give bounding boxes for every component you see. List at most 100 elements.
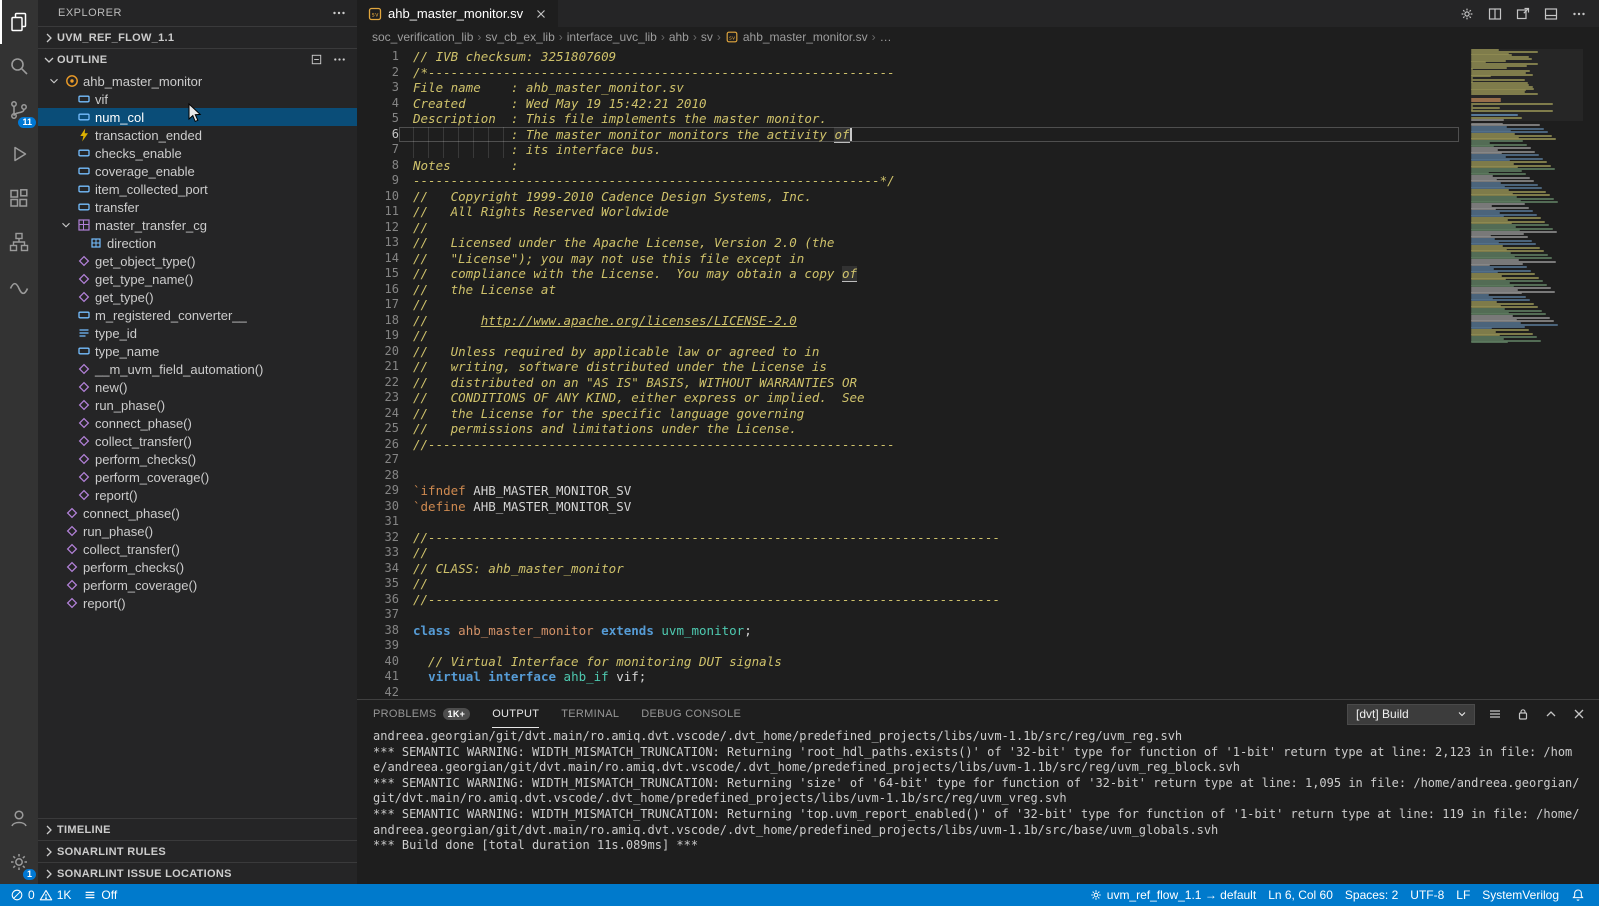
customize-layout-icon[interactable] xyxy=(1543,6,1559,22)
code-line-30[interactable]: 30`define AHB_MASTER_MONITOR_SV xyxy=(357,499,1459,515)
settings-gear-icon[interactable] xyxy=(1459,6,1475,22)
output-channel-select[interactable]: [dvt] Build xyxy=(1347,704,1475,725)
breadcrumb-item-interface-uvc-lib[interactable]: interface_uvc_lib xyxy=(567,30,657,44)
status-encoding[interactable]: UTF-8 xyxy=(1404,884,1450,906)
breadcrumb-item-ahb[interactable]: ahb xyxy=(669,30,689,44)
open-log-icon[interactable] xyxy=(1487,706,1503,722)
outline-item-get-type-name[interactable]: get_type_name() xyxy=(38,270,357,288)
code-line-20[interactable]: 20// Unless required by applicable law o… xyxy=(357,344,1459,360)
code-line-39[interactable]: 39 xyxy=(357,638,1459,654)
code-line-16[interactable]: 16// the License at xyxy=(357,282,1459,298)
breadcrumb-item-[interactable]: … xyxy=(880,30,892,44)
outline-item-perform-checks[interactable]: perform_checks() xyxy=(38,450,357,468)
breadcrumb-item-ahb-master-monitor-sv[interactable]: ahb_master_monitor.sv xyxy=(725,30,868,44)
section-timeline[interactable]: TIMELINE xyxy=(38,818,357,840)
code-line-36[interactable]: 36//------------------------------------… xyxy=(357,592,1459,608)
code-line-38[interactable]: 38class ahb_master_monitor extends uvm_m… xyxy=(357,623,1459,639)
outline-item-transaction-ended[interactable]: transaction_ended xyxy=(38,126,357,144)
code-line-8[interactable]: 8Notes : xyxy=(357,158,1459,174)
activity-bar-source-control[interactable]: 11 xyxy=(0,88,38,132)
activity-bar-extensions[interactable] xyxy=(0,176,38,220)
outline-item-m-uvm-field-automation[interactable]: __m_uvm_field_automation() xyxy=(38,360,357,378)
split-editor-icon[interactable] xyxy=(1487,6,1503,22)
code-line-37[interactable]: 37 xyxy=(357,607,1459,623)
outline-item-perform-checks[interactable]: perform_checks() xyxy=(38,558,357,576)
code-line-17[interactable]: 17// xyxy=(357,297,1459,313)
activity-bar-run-debug[interactable] xyxy=(0,132,38,176)
activity-bar-verification-hierarchy[interactable] xyxy=(0,220,38,264)
close-panel-icon[interactable] xyxy=(1571,706,1587,722)
outline-item-connect-phase[interactable]: connect_phase() xyxy=(38,504,357,522)
code-line-19[interactable]: 19// xyxy=(357,328,1459,344)
outline-item-vif[interactable]: vif xyxy=(38,90,357,108)
status-cursor-position[interactable]: Ln 6, Col 60 xyxy=(1262,884,1339,906)
code-line-29[interactable]: 29`ifndef AHB_MASTER_MONITOR_SV xyxy=(357,483,1459,499)
activity-bar-sonarlint[interactable] xyxy=(0,264,38,308)
activity-bar-explorer[interactable] xyxy=(0,0,38,44)
outline-item-direction[interactable]: direction xyxy=(38,234,357,252)
code-line-27[interactable]: 27 xyxy=(357,452,1459,468)
more-actions-icon[interactable] xyxy=(1571,6,1587,22)
panel-tab-problems[interactable]: PROBLEMS1K+ xyxy=(373,700,470,728)
status-build-config[interactable]: uvm_ref_flow_1.1 → default xyxy=(1083,884,1262,906)
section-sonarlint-issue-locations[interactable]: SONARLINT ISSUE LOCATIONS xyxy=(38,862,357,884)
code-line-18[interactable]: 18// http://www.apache.org/licenses/LICE… xyxy=(357,313,1459,329)
outline-item-type-id[interactable]: type_id xyxy=(38,324,357,342)
outline-item-perform-coverage[interactable]: perform_coverage() xyxy=(38,468,357,486)
more-actions-icon[interactable] xyxy=(331,5,347,21)
code-line-7[interactable]: 7 : its interface bus. xyxy=(357,142,1459,158)
activity-bar-search[interactable] xyxy=(0,44,38,88)
maximize-panel-icon[interactable] xyxy=(1543,706,1559,722)
code-line-4[interactable]: 4Created : Wed May 19 15:42:21 2010 xyxy=(357,96,1459,112)
panel-tab-output[interactable]: OUTPUT xyxy=(492,700,539,728)
output-log[interactable]: andreea.georgian/git/dvt.main/ro.amiq.dv… xyxy=(357,728,1599,884)
close-tab-icon[interactable] xyxy=(534,7,548,21)
outline-item-num-col[interactable]: num_col xyxy=(38,108,357,126)
code-content[interactable]: 1// IVB checksum: 32518076092/*---------… xyxy=(357,47,1459,699)
status-indentation[interactable]: Spaces: 2 xyxy=(1339,884,1404,906)
breadcrumb-item-soc-verification-lib[interactable]: soc_verification_lib xyxy=(372,30,473,44)
code-line-12[interactable]: 12// xyxy=(357,220,1459,236)
code-line-14[interactable]: 14// "License"); you may not use this fi… xyxy=(357,251,1459,267)
code-line-23[interactable]: 23// CONDITIONS OF ANY KIND, either expr… xyxy=(357,390,1459,406)
code-line-13[interactable]: 13// Licensed under the Apache License, … xyxy=(357,235,1459,251)
code-line-6[interactable]: 6 : The master monitor monitors the acti… xyxy=(357,127,1459,143)
code-line-22[interactable]: 22// distributed on an "AS IS" BASIS, WI… xyxy=(357,375,1459,391)
outline-item-master-transfer-cg[interactable]: master_transfer_cg xyxy=(38,216,357,234)
outline-item-transfer[interactable]: transfer xyxy=(38,198,357,216)
code-line-28[interactable]: 28 xyxy=(357,468,1459,484)
section-workspace-folder[interactable]: UVM_REF_FLOW_1.1 xyxy=(38,26,357,48)
status-problems[interactable]: 01K xyxy=(4,884,77,906)
code-line-21[interactable]: 21// writing, software distributed under… xyxy=(357,359,1459,375)
lock-scroll-icon[interactable] xyxy=(1515,706,1531,722)
code-line-35[interactable]: 35// xyxy=(357,576,1459,592)
code-line-41[interactable]: 41 virtual interface ahb_if vif; xyxy=(357,669,1459,685)
code-line-26[interactable]: 26//------------------------------------… xyxy=(357,437,1459,453)
outline-item-report[interactable]: report() xyxy=(38,594,357,612)
status-eol[interactable]: LF xyxy=(1450,884,1476,906)
status-language-mode[interactable]: SystemVerilog xyxy=(1476,884,1565,906)
outline-item-run-phase[interactable]: run_phase() xyxy=(38,522,357,540)
code-line-5[interactable]: 5Description : This file implements the … xyxy=(357,111,1459,127)
code-line-11[interactable]: 11// All Rights Reserved Worldwide xyxy=(357,204,1459,220)
code-line-24[interactable]: 24// the License for the specific langua… xyxy=(357,406,1459,422)
outline-item-item-collected-port[interactable]: item_collected_port xyxy=(38,180,357,198)
code-line-3[interactable]: 3File name : ahb_master_monitor.sv xyxy=(357,80,1459,96)
open-preview-icon[interactable] xyxy=(1515,6,1531,22)
code-line-31[interactable]: 31 xyxy=(357,514,1459,530)
outline-item-ahb-master-monitor[interactable]: ahb_master_monitor xyxy=(38,72,357,90)
panel-tab-terminal[interactable]: TERMINAL xyxy=(561,700,619,728)
code-line-10[interactable]: 10// Copyright 1999-2010 Cadence Design … xyxy=(357,189,1459,205)
code-line-15[interactable]: 15// compliance with the License. You ma… xyxy=(357,266,1459,282)
panel-tab-debug-console[interactable]: DEBUG CONSOLE xyxy=(641,700,741,728)
status-dvt-power[interactable]: Off xyxy=(77,884,123,906)
code-line-33[interactable]: 33// xyxy=(357,545,1459,561)
outline-item-run-phase[interactable]: run_phase() xyxy=(38,396,357,414)
outline-item-perform-coverage[interactable]: perform_coverage() xyxy=(38,576,357,594)
code-line-1[interactable]: 1// IVB checksum: 3251807609 xyxy=(357,49,1459,65)
outline-item-connect-phase[interactable]: connect_phase() xyxy=(38,414,357,432)
outline-item-collect-transfer[interactable]: collect_transfer() xyxy=(38,540,357,558)
outline-item-get-object-type[interactable]: get_object_type() xyxy=(38,252,357,270)
more-icon[interactable] xyxy=(332,52,347,67)
outline-item-get-type[interactable]: get_type() xyxy=(38,288,357,306)
